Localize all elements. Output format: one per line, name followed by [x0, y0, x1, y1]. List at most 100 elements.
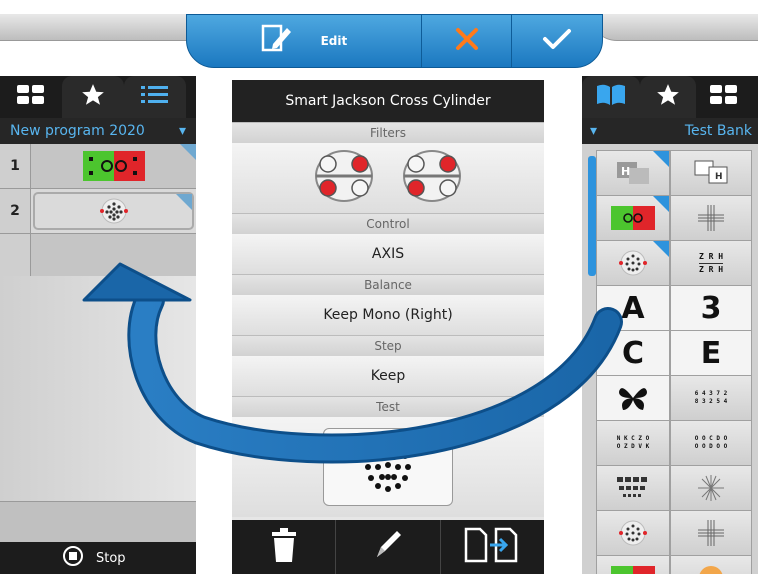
test-card[interactable]	[323, 428, 453, 506]
cross-cylinder-filter-left[interactable]	[313, 148, 375, 208]
book-icon	[595, 83, 627, 111]
top-toolbar: Edit	[186, 14, 603, 68]
program-row-empty[interactable]	[0, 234, 196, 279]
program-row[interactable]: 2	[0, 189, 196, 234]
test-item-cross-2[interactable]	[670, 510, 752, 556]
cross-cylinder-test-thumb[interactable]	[33, 192, 194, 230]
confirm-button[interactable]	[511, 15, 602, 67]
test-item-letter-a[interactable]: A	[596, 285, 670, 331]
test-item-cross[interactable]	[670, 195, 752, 241]
orange-circle-icon	[699, 566, 723, 574]
edit-button[interactable]: Edit	[187, 15, 421, 67]
dot-circle-test-icon	[99, 198, 128, 224]
close-icon	[455, 27, 479, 55]
test-item-orange-circle[interactable]	[670, 555, 752, 574]
test-item-snellen-zrh[interactable]: Z R H Z R H	[670, 240, 752, 286]
test-bank-dropdown[interactable]: ▾ Test Bank	[582, 118, 758, 144]
program-title: New program 2020	[10, 123, 145, 139]
test-title: Smart Jackson Cross Cylinder	[232, 80, 544, 122]
program-title-dropdown[interactable]: New program 2020 ▾	[0, 118, 196, 144]
cross-grid-test-icon	[698, 520, 724, 546]
row-number-empty	[0, 234, 31, 278]
stop-label: Stop	[96, 550, 126, 566]
test-item-radial[interactable]	[670, 465, 752, 511]
cancel-button[interactable]	[420, 15, 512, 67]
control-value[interactable]: AXIS	[232, 234, 544, 274]
step-label: Step	[232, 335, 544, 356]
program-row[interactable]: 1	[0, 144, 196, 189]
corner-badge-icon	[653, 151, 669, 167]
grid-view-icon	[16, 84, 46, 110]
tab-test-bank[interactable]	[582, 76, 640, 118]
test-item-red-green-2[interactable]	[596, 555, 670, 574]
snellen-chart: Z R H Z R H	[698, 251, 724, 276]
export-icon	[464, 527, 520, 567]
test-bank-scrollbar[interactable]	[588, 156, 596, 276]
test-item-letter-c[interactable]: C	[596, 330, 670, 376]
pencil-icon	[373, 529, 403, 565]
red-green-test-icon	[611, 566, 655, 574]
letter-e: E	[700, 335, 722, 371]
box-letter-test-icon: H	[694, 160, 728, 184]
test-item-butterfly[interactable]	[596, 375, 670, 421]
test-bank-tabs	[582, 76, 758, 118]
tab-program-list[interactable]	[124, 76, 186, 118]
tab-grid-view[interactable]	[696, 76, 752, 118]
checkmark-icon	[542, 27, 572, 55]
edit-document-icon	[261, 24, 293, 58]
tab-favorites[interactable]	[62, 76, 124, 118]
tab-favorites[interactable]	[640, 76, 696, 118]
filters-label: Filters	[232, 122, 544, 143]
corner-badge-icon	[176, 194, 192, 210]
export-button[interactable]	[441, 520, 544, 574]
butterfly-icon	[619, 388, 647, 410]
corner-badge-icon	[653, 241, 669, 257]
control-label: Control	[232, 213, 544, 234]
cross-cylinder-filter-right[interactable]	[401, 148, 463, 208]
test-item-dot-circle[interactable]	[596, 240, 670, 286]
svg-text:H: H	[621, 165, 630, 178]
red-green-test-thumb[interactable]	[31, 144, 196, 188]
dot-circle-test-icon	[619, 250, 647, 276]
chevron-down-icon: ▾	[178, 123, 186, 139]
dot-pattern-test-icon	[365, 442, 411, 492]
test-item-hh[interactable]: H	[596, 150, 670, 196]
letter-c: C	[621, 335, 645, 371]
empty-slot[interactable]	[31, 234, 196, 278]
test-item-boxes[interactable]: H	[670, 150, 752, 196]
e-chart-icon	[617, 477, 647, 497]
svg-text:H: H	[715, 172, 723, 182]
tab-grid-view[interactable]	[0, 76, 62, 118]
test-item-red-green[interactable]	[596, 195, 670, 241]
program-empty-area	[0, 276, 196, 502]
letter-3: 3	[700, 290, 722, 326]
dot-circle-test-icon	[619, 520, 647, 546]
delete-button[interactable]	[232, 520, 337, 574]
test-item-number-chart[interactable]: 6 4 3 7 2 8 3 2 5 4	[670, 375, 752, 421]
balance-value[interactable]: Keep Mono (Right)	[232, 295, 544, 335]
step-value[interactable]: Keep	[232, 356, 544, 396]
test-label: Test	[232, 396, 544, 417]
list-view-icon	[140, 84, 170, 110]
stop-button[interactable]: Stop	[0, 542, 196, 574]
test-item-dot-circle-2[interactable]	[596, 510, 670, 556]
test-item-e-chart[interactable]	[596, 465, 670, 511]
red-green-test-icon	[82, 151, 145, 181]
test-item-letter-e[interactable]: E	[670, 330, 752, 376]
test-item-letter-chart[interactable]: N K C Z O O Z D V K	[596, 420, 670, 466]
row-number: 2	[0, 189, 31, 233]
red-green-test-icon	[611, 206, 655, 230]
ring-chart-row: O O C D O	[694, 435, 728, 442]
grid-view-icon	[709, 84, 739, 110]
toolbar-rail-left	[0, 14, 215, 41]
test-item-letter-3[interactable]: 3	[670, 285, 752, 331]
ring-chart-row: O O D O O	[694, 443, 728, 450]
edit-test-button[interactable]	[336, 520, 441, 574]
favorites-star-icon	[655, 82, 681, 112]
corner-badge-icon	[180, 144, 196, 160]
toolbar-rail-right	[590, 14, 758, 41]
letter-chart-row: N K C Z O	[616, 435, 650, 442]
test-item-ring-chart[interactable]: O O C D O O O D O O	[670, 420, 752, 466]
program-panel: New program 2020 ▾ 1 2 Stop	[0, 76, 196, 574]
program-tabs	[0, 76, 196, 118]
